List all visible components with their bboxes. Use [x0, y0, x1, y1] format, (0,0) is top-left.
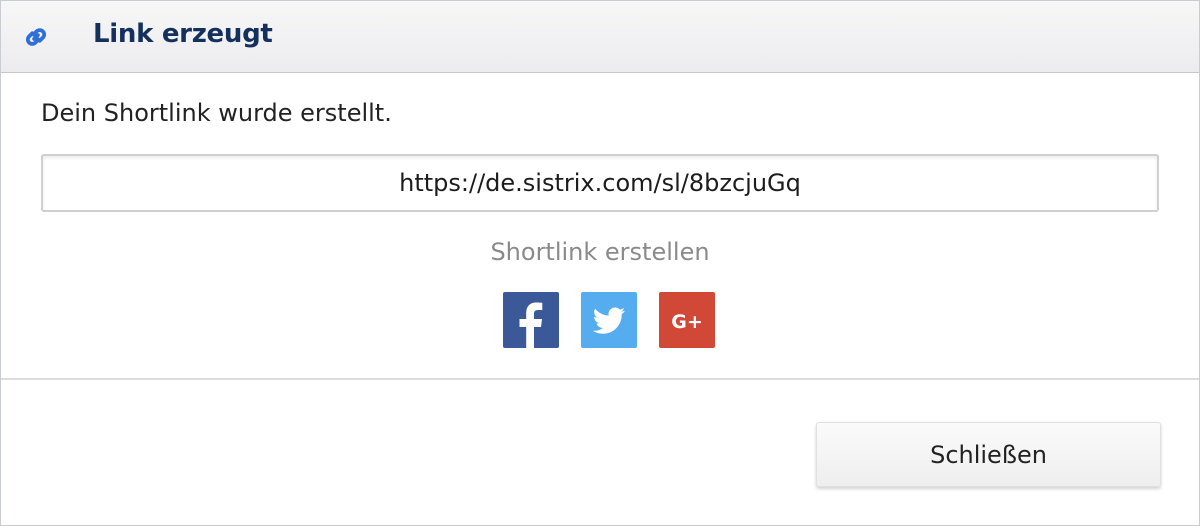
- shortlink-dialog: Link erzeugt Dein Shortlink wurde erstel…: [0, 0, 1200, 526]
- link-icon: [21, 22, 51, 52]
- twitter-share-button[interactable]: [581, 292, 637, 348]
- success-message: Dein Shortlink wurde erstellt.: [41, 99, 392, 127]
- twitter-icon: [592, 307, 625, 334]
- footer-divider: [1, 378, 1199, 380]
- shortlink-url-field[interactable]: [41, 154, 1159, 212]
- share-label: Shortlink erstellen: [490, 238, 710, 266]
- google-plus-icon: G+: [671, 311, 703, 333]
- google-plus-share-button[interactable]: G+: [659, 292, 715, 348]
- close-button[interactable]: Schließen: [816, 422, 1161, 487]
- dialog-header: Link erzeugt: [1, 1, 1199, 73]
- dialog-title: Link erzeugt: [93, 19, 273, 49]
- google-plus-glyph: G+: [671, 311, 703, 333]
- facebook-icon: [519, 302, 543, 348]
- facebook-share-button[interactable]: [503, 292, 559, 348]
